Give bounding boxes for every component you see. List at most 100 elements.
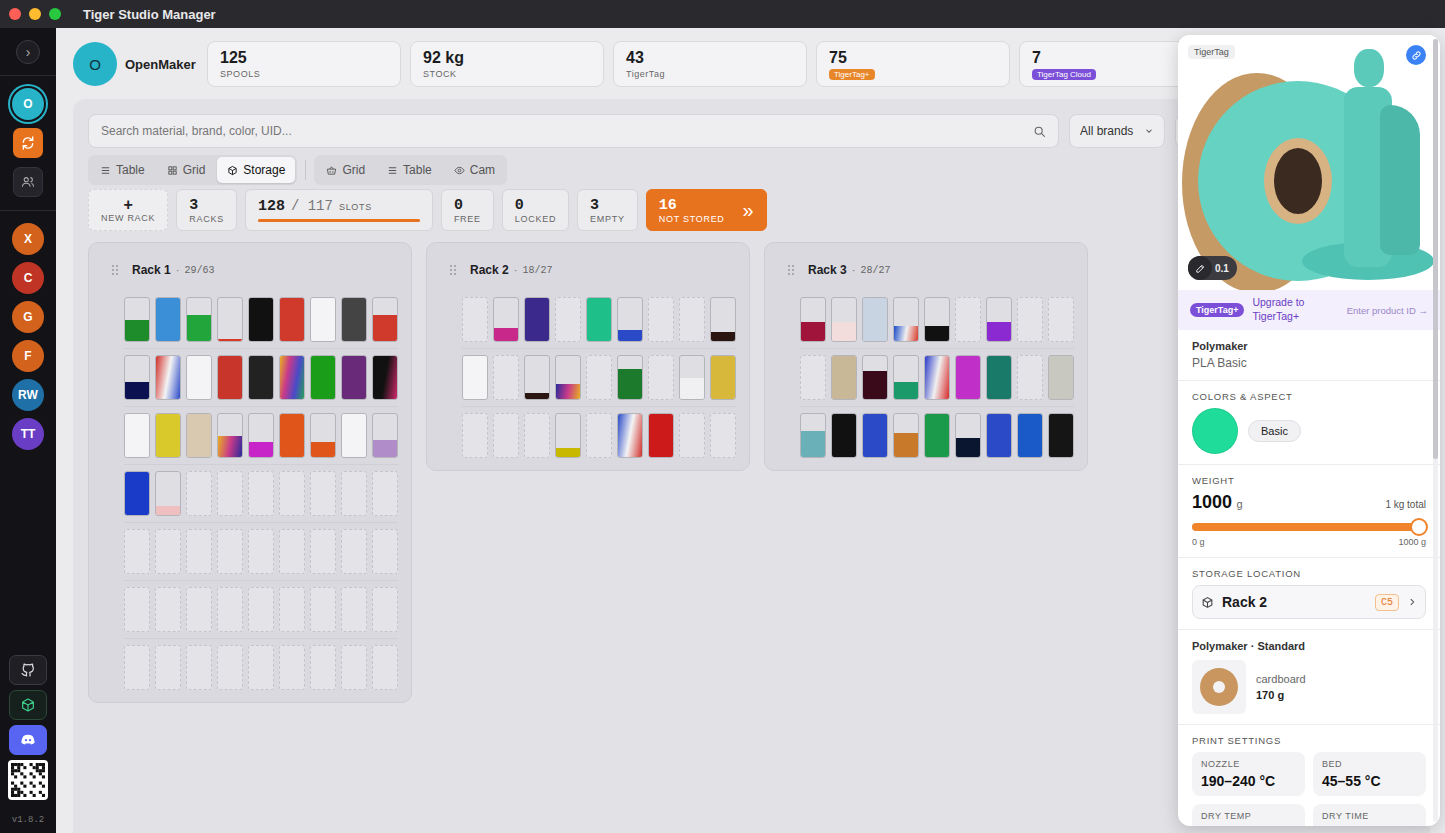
upgrade-banner[interactable]: TigerTag+Upgrade to TigerTag+Enter produ… [1178, 290, 1440, 330]
rack-slot[interactable] [1048, 413, 1074, 458]
account-avatar[interactable]: F [12, 340, 44, 372]
rack-slot[interactable] [462, 413, 488, 458]
color-swatch[interactable] [1192, 408, 1238, 454]
rack-slot[interactable] [248, 413, 274, 458]
rack-slot[interactable] [862, 355, 888, 400]
rack-slot[interactable] [248, 529, 274, 574]
rack-slot[interactable] [248, 587, 274, 632]
rack-slot[interactable] [1017, 413, 1043, 458]
rack-slot[interactable] [1017, 297, 1043, 342]
rack-slot[interactable] [586, 413, 612, 458]
scrollbar[interactable] [1433, 39, 1438, 822]
rack-slot[interactable] [279, 645, 305, 690]
minimize-button[interactable] [29, 8, 41, 20]
rack-slot[interactable] [279, 529, 305, 574]
profile-avatar[interactable]: O [12, 88, 44, 120]
rack-slot[interactable] [155, 645, 181, 690]
rack-slot[interactable] [124, 471, 150, 516]
drag-handle-icon[interactable] [111, 264, 119, 276]
rack-slot[interactable] [893, 297, 919, 342]
rack-slot[interactable] [493, 355, 519, 400]
rack-slot[interactable] [955, 413, 981, 458]
rack-slot[interactable] [217, 355, 243, 400]
rack-slot[interactable] [279, 587, 305, 632]
rack-slot[interactable] [586, 297, 612, 342]
storage-location-button[interactable]: Rack 2C5 [1192, 585, 1426, 619]
rack-slot[interactable] [831, 355, 857, 400]
rack-slot[interactable] [1017, 355, 1043, 400]
rack-slot[interactable] [493, 413, 519, 458]
rack-slot[interactable] [186, 529, 212, 574]
view-tab[interactable]: Storage [217, 157, 295, 183]
rack-slot[interactable] [341, 587, 367, 632]
rack-slot[interactable] [800, 355, 826, 400]
cube-button[interactable] [9, 690, 47, 720]
rack-slot[interactable] [462, 297, 488, 342]
rack-slot[interactable] [310, 471, 336, 516]
rack-slot[interactable] [617, 355, 643, 400]
slider-thumb[interactable] [1410, 518, 1428, 536]
rack-slot[interactable] [279, 297, 305, 342]
rack-slot[interactable] [341, 297, 367, 342]
rack-slot[interactable] [155, 413, 181, 458]
rack-slot[interactable] [124, 645, 150, 690]
rack-slot[interactable] [217, 297, 243, 342]
drag-handle-icon[interactable] [449, 264, 457, 276]
view-tab[interactable]: Grid [316, 157, 375, 183]
rack-slot[interactable] [986, 413, 1012, 458]
rack-slot[interactable] [341, 645, 367, 690]
rack-slot[interactable] [710, 297, 736, 342]
discord-button[interactable] [9, 725, 47, 755]
rack-slot[interactable] [648, 413, 674, 458]
rack-slot[interactable] [372, 645, 398, 690]
rack-slot[interactable] [186, 645, 212, 690]
rack-slot[interactable] [710, 355, 736, 400]
users-button[interactable] [13, 167, 43, 197]
rack-slot[interactable] [617, 413, 643, 458]
profile[interactable]: OOpenMaker [73, 41, 198, 87]
rack-slot[interactable] [341, 413, 367, 458]
rack-slot[interactable] [955, 355, 981, 400]
rack-slot[interactable] [893, 413, 919, 458]
enter-product-id-link[interactable]: Enter product ID → [1347, 305, 1428, 316]
rack-slot[interactable] [279, 471, 305, 516]
rack-slot[interactable] [955, 297, 981, 342]
rack-slot[interactable] [462, 355, 488, 400]
rack-slot[interactable] [831, 413, 857, 458]
rack-slot[interactable] [800, 413, 826, 458]
rack-slot[interactable] [372, 297, 398, 342]
not-stored-button[interactable]: 16NOT STORED» [646, 189, 767, 231]
view-tab[interactable]: Table [377, 157, 442, 183]
rack-slot[interactable] [310, 413, 336, 458]
rack-slot[interactable] [555, 413, 581, 458]
rack-slot[interactable] [372, 587, 398, 632]
new-rack-button[interactable]: +NEW RACK [88, 189, 168, 231]
link-button[interactable] [1406, 45, 1426, 65]
rack-slot[interactable] [372, 529, 398, 574]
rack-slot[interactable] [124, 355, 150, 400]
rack-slot[interactable] [893, 355, 919, 400]
sidebar-toggle[interactable]: › [16, 40, 40, 64]
rack-slot[interactable] [710, 413, 736, 458]
rack-slot[interactable] [124, 587, 150, 632]
account-avatar[interactable]: C [12, 262, 44, 294]
account-avatar[interactable]: G [12, 301, 44, 333]
rack-slot[interactable] [924, 297, 950, 342]
rack-slot[interactable] [679, 413, 705, 458]
account-avatar[interactable]: RW [12, 379, 44, 411]
rack-slot[interactable] [555, 355, 581, 400]
rack-slot[interactable] [217, 529, 243, 574]
rack-slot[interactable] [986, 297, 1012, 342]
rack-card[interactable]: Rack 3·28/27 [764, 242, 1088, 471]
rack-slot[interactable] [862, 297, 888, 342]
rack-slot[interactable] [679, 355, 705, 400]
rack-slot[interactable] [924, 355, 950, 400]
rack-slot[interactable] [1048, 297, 1074, 342]
rack-slot[interactable] [1048, 355, 1074, 400]
rack-slot[interactable] [310, 645, 336, 690]
rack-slot[interactable] [310, 355, 336, 400]
rack-slot[interactable] [586, 355, 612, 400]
rack-slot[interactable] [679, 297, 705, 342]
rack-slot[interactable] [310, 587, 336, 632]
rack-slot[interactable] [341, 355, 367, 400]
